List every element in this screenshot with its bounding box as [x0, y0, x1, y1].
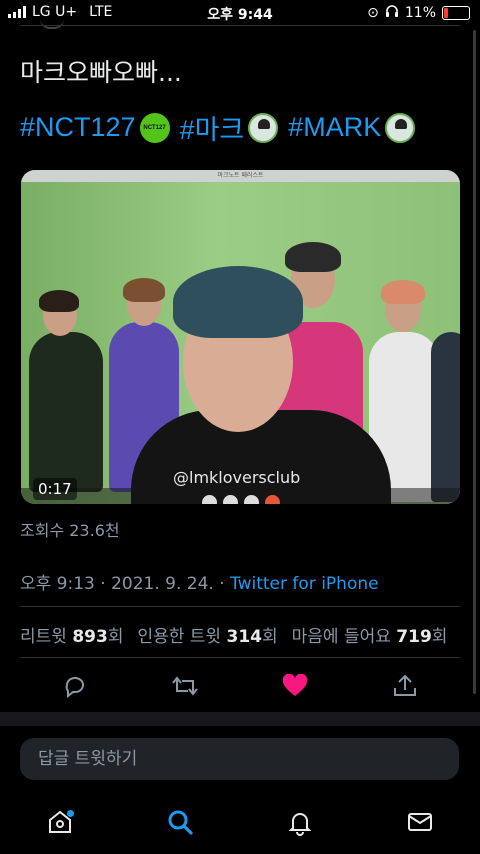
video-duration: 0:17: [33, 478, 77, 500]
status-bar: LG U+ LTE 오후 9:44 ⊙ 11%: [0, 0, 480, 26]
nct127-emoji-icon: NCT127: [139, 112, 170, 143]
messages-icon: [406, 808, 434, 840]
end-call-icon: [264, 494, 280, 504]
retweets-stat[interactable]: 리트윗 893회: [20, 622, 123, 647]
meta-separator: ·: [100, 574, 106, 594]
reply-input[interactable]: [36, 748, 443, 770]
hashtag-mark-ko[interactable]: #마크: [180, 108, 245, 147]
retweets-label: 리트윗: [20, 627, 67, 647]
share-screen-icon: [243, 494, 259, 504]
mark-emoji-icon: [385, 112, 416, 143]
meta-separator: ·: [219, 574, 225, 594]
retweets-unit: 회: [107, 627, 124, 647]
retweet-icon[interactable]: [171, 672, 199, 700]
tab-home[interactable]: [40, 804, 80, 844]
tab-search[interactable]: [160, 804, 200, 844]
mic-icon: [201, 494, 217, 504]
scrollbar[interactable]: [473, 30, 476, 694]
tweet-actions: [20, 670, 460, 702]
quotes-count: 314: [226, 627, 262, 647]
headphones-icon: [385, 4, 399, 22]
hashtag-mark[interactable]: #MARK: [288, 112, 381, 143]
tweet-date: 2021. 9. 24.: [111, 574, 214, 594]
divider: [20, 606, 460, 607]
video-frame: @lmkloversclub 0:17: [21, 182, 460, 504]
video-window-title: 마크노트 패러스트: [21, 170, 460, 182]
battery-icon: [442, 6, 470, 20]
tweet-source[interactable]: Twitter for iPhone: [230, 574, 379, 594]
like-icon[interactable]: [281, 672, 309, 700]
mark-emoji-icon: [248, 112, 279, 143]
status-right: ⊙ 11%: [367, 4, 470, 22]
divider: [20, 25, 460, 26]
retweets-count: 893: [72, 627, 108, 647]
likes-count: 719: [396, 627, 432, 647]
hashtags: #NCT127 NCT127 #마크 #MARK: [20, 108, 421, 147]
reply-box[interactable]: [20, 738, 459, 780]
divider: [20, 657, 460, 658]
tab-notifications[interactable]: [280, 804, 320, 844]
new-content-dot: [67, 810, 74, 817]
video-player[interactable]: 마크노트 패러스트 @lmkloversclub 0:17: [21, 170, 460, 504]
quotes-unit: 회: [261, 627, 278, 647]
reply-icon[interactable]: [61, 672, 89, 700]
likes-unit: 회: [431, 627, 448, 647]
search-icon: [166, 808, 194, 840]
avatar[interactable]: [40, 19, 64, 29]
quotes-stat[interactable]: 인용한 트윗 314회: [137, 622, 277, 647]
battery-percent: 11%: [404, 5, 436, 21]
likes-label: 마음에 들어요: [291, 627, 391, 647]
likes-stat[interactable]: 마음에 들어요 719회: [292, 622, 448, 647]
notifications-icon: [286, 808, 314, 840]
video-watermark: @lmkloversclub: [173, 468, 301, 487]
tab-messages[interactable]: [400, 804, 440, 844]
share-icon[interactable]: [391, 672, 419, 700]
hashtag-nct127[interactable]: #NCT127: [20, 112, 136, 143]
rotation-lock-icon: ⊙: [367, 5, 379, 21]
camera-icon: [222, 494, 238, 504]
call-controls: [21, 488, 460, 504]
engagement-stats: 리트윗 893회 인용한 트윗 314회 마음에 들어요 719회: [20, 622, 447, 647]
tab-bar: [0, 794, 480, 854]
section-divider: [0, 712, 480, 726]
quotes-label: 인용한 트윗: [137, 627, 222, 647]
tweet-text: 마크오빠오빠...: [20, 58, 182, 87]
tweet-meta: 오후 9:13 · 2021. 9. 24. · Twitter for iPh…: [20, 569, 379, 594]
view-count: 조회수 23.6천: [20, 521, 120, 540]
tweet-time: 오후 9:13: [20, 574, 95, 594]
